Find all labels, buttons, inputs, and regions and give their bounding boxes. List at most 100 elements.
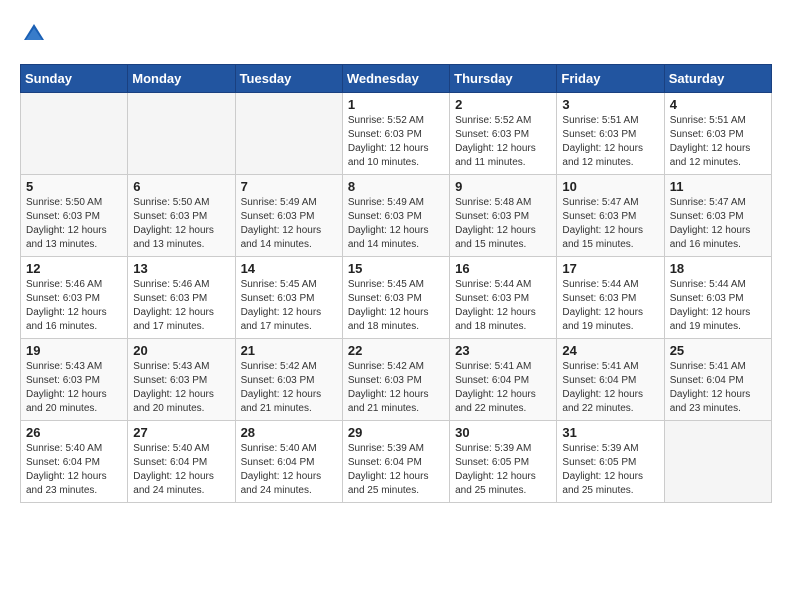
day-number: 10 bbox=[562, 179, 658, 194]
day-info: Sunrise: 5:40 AMSunset: 6:04 PMDaylight:… bbox=[241, 442, 337, 498]
weekday-header-thursday: Thursday bbox=[450, 65, 557, 93]
day-number: 23 bbox=[455, 343, 551, 358]
calendar-cell: 12Sunrise: 5:46 AMSunset: 6:03 PMDayligh… bbox=[21, 257, 128, 339]
calendar-cell bbox=[128, 93, 235, 175]
logo-icon bbox=[20, 20, 48, 48]
day-info: Sunrise: 5:43 AMSunset: 6:03 PMDaylight:… bbox=[133, 360, 229, 416]
calendar-cell: 21 Sunrise: 5:42 AMSunset: 6:03 PMDayligh… bbox=[235, 339, 342, 421]
day-number: 27 bbox=[133, 425, 229, 440]
calendar-cell: 11 Sunrise: 5:47 AMSunset: 6:03 PMDayligh… bbox=[664, 175, 771, 257]
day-number: 25 bbox=[670, 343, 766, 358]
calendar-cell: 8 Sunrise: 5:49 AMSunset: 6:03 PMDaylight… bbox=[342, 175, 449, 257]
day-number: 28 bbox=[241, 425, 337, 440]
day-info: Sunrise: 5:41 AMSunset: 6:04 PMDaylight:… bbox=[670, 360, 766, 416]
calendar-cell: 15 Sunrise: 5:45 AMSunset: 6:03 PMDayligh… bbox=[342, 257, 449, 339]
calendar-cell: 23 Sunrise: 5:41 AMSunset: 6:04 PMDayligh… bbox=[450, 339, 557, 421]
day-info: Sunrise: 5:41 AMSunset: 6:04 PMDaylight:… bbox=[455, 360, 551, 416]
day-info: Sunrise: 5:39 AMSunset: 6:04 PMDaylight:… bbox=[348, 442, 444, 498]
day-number: 21 bbox=[241, 343, 337, 358]
day-info: Sunrise: 5:52 AMSunset: 6:03 PMDaylight:… bbox=[455, 114, 551, 170]
day-info: Sunrise: 5:52 AMSunset: 6:03 PMDaylight:… bbox=[348, 114, 444, 170]
day-info: Sunrise: 5:44 AMSunset: 6:03 PMDaylight:… bbox=[455, 278, 551, 334]
calendar-cell: 3Sunrise: 5:51 AMSunset: 6:03 PMDaylight… bbox=[557, 93, 664, 175]
day-info: Sunrise: 5:46 AMSunset: 6:03 PMDaylight:… bbox=[26, 278, 122, 334]
day-info: Sunrise: 5:45 AMSunset: 6:03 PMDaylight:… bbox=[348, 278, 444, 334]
weekday-header-sunday: Sunday bbox=[21, 65, 128, 93]
calendar-cell: 25 Sunrise: 5:41 AMSunset: 6:04 PMDayligh… bbox=[664, 339, 771, 421]
calendar-cell: 20 Sunrise: 5:43 AMSunset: 6:03 PMDayligh… bbox=[128, 339, 235, 421]
day-number: 8 bbox=[348, 179, 444, 194]
weekday-header-tuesday: Tuesday bbox=[235, 65, 342, 93]
calendar-week-row: 5Sunrise: 5:50 AMSunset: 6:03 PMDaylight… bbox=[21, 175, 772, 257]
logo bbox=[20, 20, 52, 48]
calendar-cell: 28 Sunrise: 5:40 AMSunset: 6:04 PMDayligh… bbox=[235, 421, 342, 503]
calendar-week-row: 1Sunrise: 5:52 AMSunset: 6:03 PMDaylight… bbox=[21, 93, 772, 175]
calendar-cell: 4 Sunrise: 5:51 AMSunset: 6:03 PMDaylight… bbox=[664, 93, 771, 175]
day-number: 13 bbox=[133, 261, 229, 276]
calendar-cell: 2 Sunrise: 5:52 AMSunset: 6:03 PMDaylight… bbox=[450, 93, 557, 175]
calendar-cell: 6Sunrise: 5:50 AMSunset: 6:03 PMDaylight… bbox=[128, 175, 235, 257]
weekday-header-friday: Friday bbox=[557, 65, 664, 93]
day-number: 9 bbox=[455, 179, 551, 194]
day-info: Sunrise: 5:40 AMSunset: 6:04 PMDaylight:… bbox=[133, 442, 229, 498]
day-info: Sunrise: 5:46 AMSunset: 6:03 PMDaylight:… bbox=[133, 278, 229, 334]
day-info: Sunrise: 5:42 AMSunset: 6:03 PMDaylight:… bbox=[348, 360, 444, 416]
day-number: 6 bbox=[133, 179, 229, 194]
day-info: Sunrise: 5:51 AMSunset: 6:03 PMDaylight:… bbox=[670, 114, 766, 170]
day-info: Sunrise: 5:48 AMSunset: 6:03 PMDaylight:… bbox=[455, 196, 551, 252]
day-info: Sunrise: 5:51 AMSunset: 6:03 PMDaylight:… bbox=[562, 114, 658, 170]
calendar-cell bbox=[664, 421, 771, 503]
calendar-cell: 27 Sunrise: 5:40 AMSunset: 6:04 PMDayligh… bbox=[128, 421, 235, 503]
calendar-header-row: SundayMondayTuesdayWednesdayThursdayFrid… bbox=[21, 65, 772, 93]
calendar-cell: 17 Sunrise: 5:44 AMSunset: 6:03 PMDayligh… bbox=[557, 257, 664, 339]
page-header bbox=[20, 20, 772, 48]
calendar-cell bbox=[21, 93, 128, 175]
calendar-table: SundayMondayTuesdayWednesdayThursdayFrid… bbox=[20, 64, 772, 503]
calendar-cell: 22 Sunrise: 5:42 AMSunset: 6:03 PMDayligh… bbox=[342, 339, 449, 421]
day-info: Sunrise: 5:49 AMSunset: 6:03 PMDaylight:… bbox=[348, 196, 444, 252]
day-info: Sunrise: 5:49 AMSunset: 6:03 PMDaylight:… bbox=[241, 196, 337, 252]
day-info: Sunrise: 5:41 AMSunset: 6:04 PMDaylight:… bbox=[562, 360, 658, 416]
day-info: Sunrise: 5:43 AMSunset: 6:03 PMDaylight:… bbox=[26, 360, 122, 416]
calendar-week-row: 19 Sunrise: 5:43 AMSunset: 6:03 PMDayligh… bbox=[21, 339, 772, 421]
day-number: 19 bbox=[26, 343, 122, 358]
day-info: Sunrise: 5:39 AMSunset: 6:05 PMDaylight:… bbox=[562, 442, 658, 498]
calendar-cell: 24 Sunrise: 5:41 AMSunset: 6:04 PMDayligh… bbox=[557, 339, 664, 421]
calendar-cell: 29 Sunrise: 5:39 AMSunset: 6:04 PMDayligh… bbox=[342, 421, 449, 503]
weekday-header-wednesday: Wednesday bbox=[342, 65, 449, 93]
day-info: Sunrise: 5:47 AMSunset: 6:03 PMDaylight:… bbox=[670, 196, 766, 252]
calendar-cell: 26Sunrise: 5:40 AMSunset: 6:04 PMDayligh… bbox=[21, 421, 128, 503]
calendar-cell: 31 Sunrise: 5:39 AMSunset: 6:05 PMDayligh… bbox=[557, 421, 664, 503]
calendar-cell: 10Sunrise: 5:47 AMSunset: 6:03 PMDayligh… bbox=[557, 175, 664, 257]
day-info: Sunrise: 5:42 AMSunset: 6:03 PMDaylight:… bbox=[241, 360, 337, 416]
day-number: 11 bbox=[670, 179, 766, 194]
day-number: 31 bbox=[562, 425, 658, 440]
day-info: Sunrise: 5:39 AMSunset: 6:05 PMDaylight:… bbox=[455, 442, 551, 498]
calendar-cell: 14 Sunrise: 5:45 AMSunset: 6:03 PMDayligh… bbox=[235, 257, 342, 339]
day-number: 22 bbox=[348, 343, 444, 358]
calendar-cell: 13 Sunrise: 5:46 AMSunset: 6:03 PMDayligh… bbox=[128, 257, 235, 339]
weekday-header-monday: Monday bbox=[128, 65, 235, 93]
day-number: 26 bbox=[26, 425, 122, 440]
day-number: 15 bbox=[348, 261, 444, 276]
day-number: 14 bbox=[241, 261, 337, 276]
calendar-week-row: 26 Sunrise: 5:40 AMSunset: 6:04 PMDayligh… bbox=[21, 421, 772, 503]
day-number: 18 bbox=[670, 261, 766, 276]
day-info: Sunrise: 5:45 AMSunset: 6:03 PMDaylight:… bbox=[241, 278, 337, 334]
day-number: 30 bbox=[455, 425, 551, 440]
calendar-cell: 1Sunrise: 5:52 AMSunset: 6:03 PMDaylight… bbox=[342, 93, 449, 175]
calendar-cell: 18 Sunrise: 5:44 AMSunset: 6:03 PMDayligh… bbox=[664, 257, 771, 339]
day-number: 29 bbox=[348, 425, 444, 440]
day-number: 2 bbox=[455, 97, 551, 112]
calendar-cell: 7 Sunrise: 5:49 AMSunset: 6:03 PMDaylight… bbox=[235, 175, 342, 257]
day-info: Sunrise: 5:50 AMSunset: 6:03 PMDaylight:… bbox=[26, 196, 122, 252]
day-number: 17 bbox=[562, 261, 658, 276]
calendar-cell: 16Sunrise: 5:44 AMSunset: 6:03 PMDayligh… bbox=[450, 257, 557, 339]
day-number: 4 bbox=[670, 97, 766, 112]
day-number: 20 bbox=[133, 343, 229, 358]
calendar-cell: 9 Sunrise: 5:48 AMSunset: 6:03 PMDaylight… bbox=[450, 175, 557, 257]
day-info: Sunrise: 5:44 AMSunset: 6:03 PMDaylight:… bbox=[670, 278, 766, 334]
day-info: Sunrise: 5:44 AMSunset: 6:03 PMDaylight:… bbox=[562, 278, 658, 334]
day-number: 7 bbox=[241, 179, 337, 194]
day-number: 24 bbox=[562, 343, 658, 358]
